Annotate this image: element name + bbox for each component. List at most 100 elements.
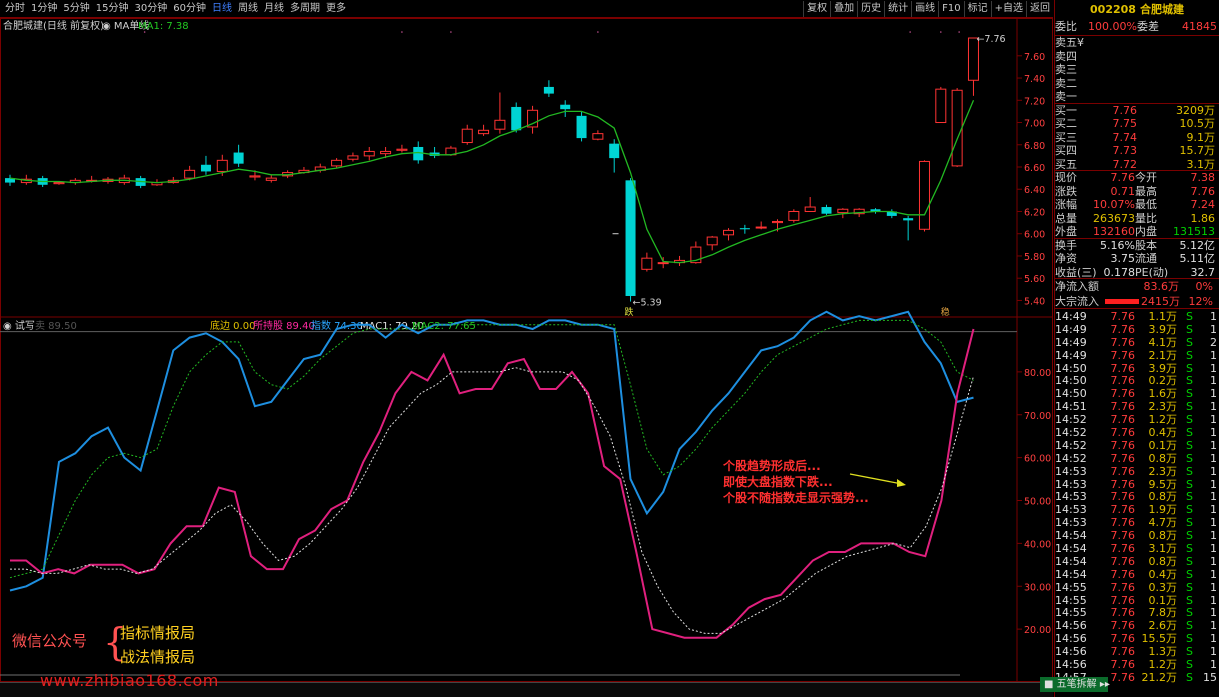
tick-time: 14:49 bbox=[1055, 349, 1087, 362]
period-tab-2[interactable]: 5分钟 bbox=[60, 1, 92, 17]
tick-volume: 0.1万 bbox=[1148, 439, 1178, 452]
candle-body bbox=[560, 104, 571, 110]
buy-volume: 15.7万 bbox=[1179, 144, 1216, 157]
candle-body bbox=[935, 88, 947, 124]
tool-button-3[interactable]: 统计 bbox=[884, 0, 911, 17]
price-tick-label: 6.60 bbox=[1024, 163, 1045, 174]
tick-price: 7.76 bbox=[1110, 633, 1136, 646]
price-tick-label: 6.40 bbox=[1024, 185, 1045, 196]
tick-list[interactable]: 14:49 7.76 1.1万 S 1 14:49 7.76 3.9万 S 1 14:49 7.76 4… bbox=[1055, 309, 1219, 685]
period-tab-0[interactable]: 分时 bbox=[2, 1, 28, 17]
tool-button-5[interactable]: F10 bbox=[938, 0, 963, 17]
period-tab-7[interactable]: 周线 bbox=[235, 1, 261, 17]
tick-price: 7.76 bbox=[1110, 594, 1136, 607]
tick-price: 7.76 bbox=[1110, 401, 1136, 414]
tick-volume: 0.8万 bbox=[1148, 491, 1178, 504]
period-tab-4[interactable]: 30分钟 bbox=[131, 1, 170, 17]
tick-side: S bbox=[1186, 375, 1193, 388]
fund-value: 5.16% bbox=[1100, 238, 1135, 252]
steady-marker: 稳 bbox=[941, 306, 950, 318]
tick-count: 1 bbox=[1210, 555, 1217, 568]
candle-body bbox=[804, 206, 816, 212]
tick-count: 1 bbox=[1210, 388, 1217, 401]
stat-label: 涨跌 bbox=[1055, 184, 1077, 198]
tick-side: S bbox=[1186, 659, 1193, 672]
tick-side: S bbox=[1186, 452, 1193, 465]
tool-button-8[interactable]: 返回 bbox=[1026, 0, 1053, 17]
tool-buttons: 复权 叠加 历史 统计 画线 F10 标记 +自选 返回 bbox=[803, 0, 1053, 17]
price-tick-label: 6.80 bbox=[1024, 141, 1045, 152]
tick-side: S bbox=[1186, 478, 1193, 491]
period-tab-9[interactable]: 多周期 bbox=[287, 1, 323, 17]
chart-area[interactable]: 合肥城建(日线 前复权)◉ MA单线MA1: 7.387.607.407.207… bbox=[0, 18, 1053, 682]
tick-count: 1 bbox=[1210, 594, 1217, 607]
sell-label: 卖二 bbox=[1055, 76, 1077, 90]
tick-count: 1 bbox=[1210, 311, 1217, 323]
stat-label: 最低 bbox=[1135, 198, 1157, 211]
period-tab-10[interactable]: 更多 bbox=[323, 1, 349, 17]
tick-time: 14:55 bbox=[1055, 581, 1087, 594]
tick-price: 7.76 bbox=[1110, 478, 1136, 491]
tool-button-6[interactable]: 标记 bbox=[963, 0, 991, 17]
tick-volume: 0.8万 bbox=[1148, 452, 1178, 465]
candle-body bbox=[216, 159, 228, 172]
tick-volume: 1.2万 bbox=[1148, 659, 1178, 672]
tick-side: S bbox=[1186, 349, 1193, 362]
chart-annotation: 个股趋势形成后... 即使大盘指数下跌... 个股不随指数走显示强势... bbox=[723, 458, 869, 506]
annotation-line-1: 个股趋势形成后... bbox=[723, 459, 821, 473]
tick-price: 7.76 bbox=[1110, 555, 1136, 568]
period-tab-1[interactable]: 1分钟 bbox=[28, 1, 60, 17]
buy-price: 7.76 bbox=[1112, 103, 1138, 117]
tool-button-0[interactable]: 复权 bbox=[803, 0, 830, 17]
tick-side: S bbox=[1186, 491, 1193, 504]
tick-count: 1 bbox=[1210, 504, 1217, 517]
annotation-arrowhead bbox=[897, 479, 906, 487]
period-tab-6[interactable]: 日线 bbox=[209, 1, 235, 17]
tick-volume: 0.4万 bbox=[1148, 427, 1178, 440]
fund-label: 流通 bbox=[1135, 252, 1157, 265]
candle-body bbox=[265, 177, 277, 181]
candle-body bbox=[347, 155, 359, 160]
tick-price: 7.76 bbox=[1110, 491, 1136, 504]
candle-body bbox=[772, 220, 784, 224]
tick-time: 14:50 bbox=[1055, 362, 1087, 375]
weibi-label: 委比 bbox=[1055, 20, 1077, 33]
tick-price: 7.76 bbox=[1110, 349, 1136, 362]
period-tab-5[interactable]: 60分钟 bbox=[170, 1, 209, 17]
tool-button-1[interactable]: 叠加 bbox=[830, 0, 857, 17]
price-tick-label: 7.40 bbox=[1024, 74, 1045, 85]
indicator-header-0: ◉ 试写 bbox=[3, 319, 35, 332]
quote-panel: 委比 100.00% 委差 41845 卖五¥ 卖四 卖三 卖二 卖一 买一 7.76 3209万 买二… bbox=[1054, 18, 1219, 697]
candle-body bbox=[233, 152, 244, 164]
tick-count: 2 bbox=[1210, 336, 1217, 349]
tool-button-2[interactable]: 历史 bbox=[857, 0, 884, 17]
flow-value: 83.6万 bbox=[1143, 280, 1180, 293]
buy-row: 买一 7.76 3209万 bbox=[1055, 104, 1219, 118]
fund-value: 5.11亿 bbox=[1179, 252, 1216, 265]
indicator-header-1: 卖 89.50 bbox=[35, 320, 77, 332]
stat-label: 最高 bbox=[1135, 184, 1157, 198]
price-tick-label: 7.00 bbox=[1024, 119, 1045, 130]
tick-row: 14:54 7.76 0.4万 S 1 bbox=[1055, 569, 1219, 582]
flow-pct: 12% bbox=[1188, 295, 1213, 308]
tool-button-7[interactable]: +自选 bbox=[990, 0, 1026, 17]
sell-label: 卖一 bbox=[1055, 90, 1077, 103]
sell-row: 卖三 bbox=[1055, 63, 1219, 77]
tick-price: 7.76 bbox=[1110, 543, 1136, 556]
tick-row: 14:50 7.76 3.9万 S 1 bbox=[1055, 363, 1219, 376]
tick-volume: 1.1万 bbox=[1148, 311, 1178, 323]
tick-row: 14:53 7.76 1.9万 S 1 bbox=[1055, 504, 1219, 517]
five-stroke-button[interactable]: ■ 五笔拆解 ▸▸ bbox=[1040, 677, 1110, 692]
tool-button-4[interactable]: 画线 bbox=[911, 0, 938, 17]
stock-name: 合肥城建 bbox=[1139, 3, 1184, 16]
tick-side: S bbox=[1186, 646, 1193, 659]
candle-body bbox=[249, 175, 261, 178]
period-tab-8[interactable]: 月线 bbox=[261, 1, 287, 17]
weibi-row: 委比 100.00% 委差 41845 bbox=[1055, 18, 1219, 36]
tick-time: 14:52 bbox=[1055, 427, 1087, 440]
indicator-tick-label: 20.00 bbox=[1024, 625, 1051, 636]
period-tab-3[interactable]: 15分钟 bbox=[93, 1, 132, 17]
fund-label: 收益(三) bbox=[1055, 265, 1097, 279]
indicator-tick-label: 50.00 bbox=[1024, 497, 1051, 508]
event-dot bbox=[958, 31, 960, 33]
